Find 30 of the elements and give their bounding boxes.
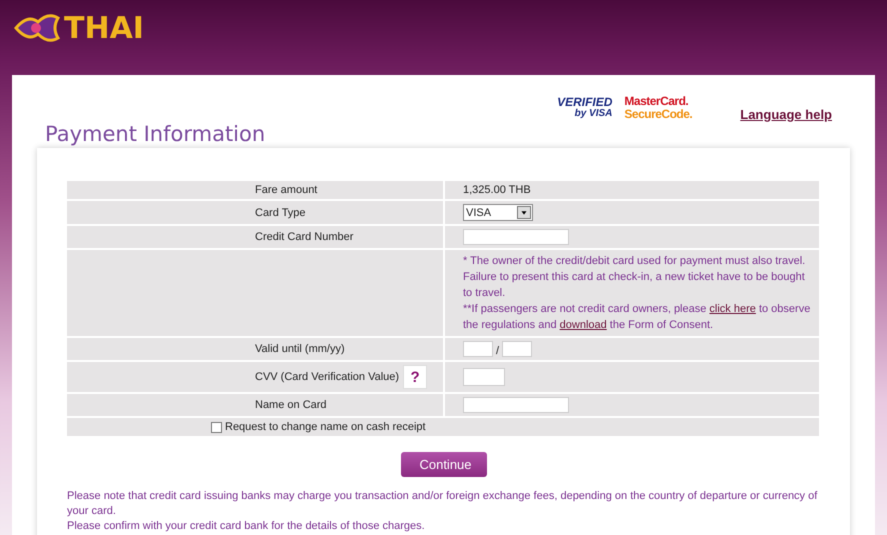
input-field[interactable] [463, 397, 569, 413]
fee-notice: Please confirm with your credit card bank for the details of those charges. [67, 519, 426, 534]
mastercard-securecode-logo: MasterCard. SecureCode. [624, 94, 692, 120]
field-label: Card Type [255, 201, 443, 224]
input-field[interactable] [463, 229, 569, 245]
checkbox-label: Request to change name on cash receipt [225, 421, 426, 433]
note-text: * The owner of the credit/debit card used for payment must also travel. Failure to present this card at check-in, a new ticket have to be bought to travel. [463, 254, 806, 301]
page-title: Payment Information [45, 122, 266, 148]
note-text: **If passengers are not credit card owners, please click here to observe the regulations and download the Form of Consent. [463, 302, 812, 333]
field-label: Fare amount [255, 181, 443, 199]
caret-icon [517, 206, 531, 219]
note-link[interactable]: download [560, 319, 607, 331]
language-help-link[interactable]: Language help [740, 107, 832, 122]
date-separator: / [496, 344, 500, 356]
field-label: Name on Card [255, 394, 443, 416]
fee-notice: Please note that credit card issuing banks may charge you transaction and/or foreign exchange fees, depending on the country of departure or currency of your card. [67, 489, 818, 519]
continue-button[interactable]: Continue [400, 452, 486, 477]
note-link[interactable]: click here [709, 303, 756, 315]
fare-value: 1,325.00 THB [443, 181, 819, 199]
cvv-field[interactable] [463, 368, 505, 386]
help-button[interactable]: ? [403, 365, 428, 389]
field-label: Credit Card Number [255, 226, 443, 248]
checkbox[interactable] [211, 422, 222, 432]
year-field[interactable] [502, 341, 532, 357]
field-label: CVV (Card Verification Value) [255, 370, 400, 383]
brand-name: THAI [64, 10, 144, 46]
field-label: Valid until (mm/yy) [255, 338, 443, 360]
verified-by-visa-logo: VERIFIED by VISA [557, 96, 612, 120]
card-type-dropdown[interactable]: VISA [463, 204, 533, 221]
month-field[interactable] [463, 341, 493, 357]
